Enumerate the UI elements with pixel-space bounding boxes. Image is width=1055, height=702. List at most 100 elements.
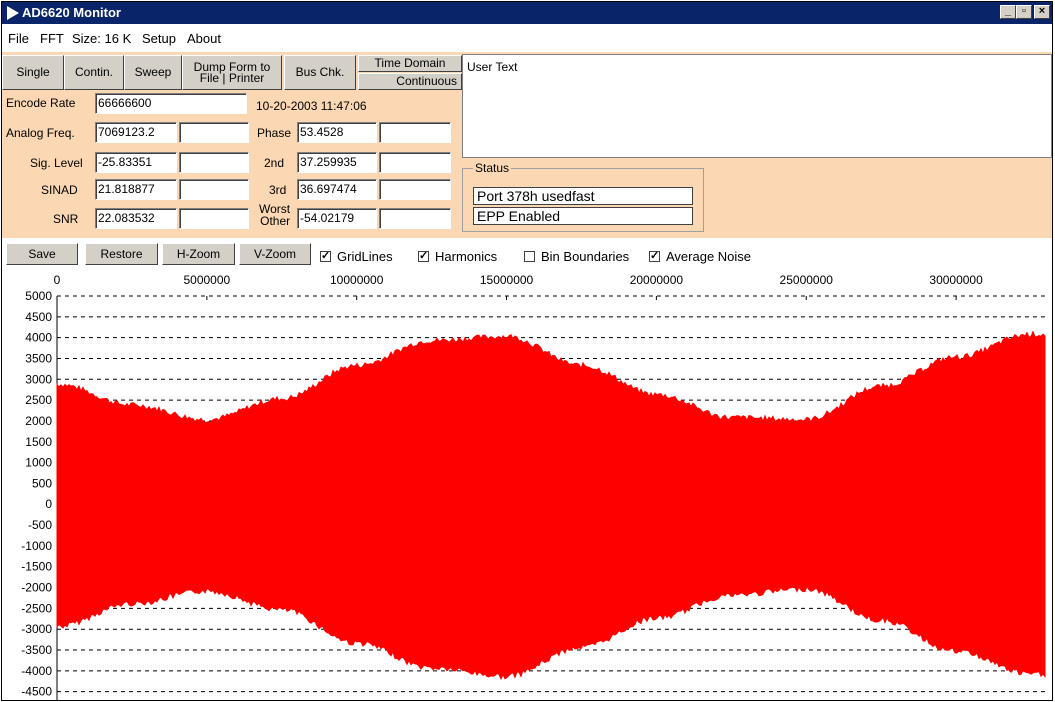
gridlines-check-icon: ✓: [320, 250, 331, 262]
worst-other-aux-field[interactable]: [379, 208, 451, 229]
time-domain-button[interactable]: Time Domain: [358, 55, 462, 72]
second-harmonic-field[interactable]: 37.259935: [297, 152, 377, 173]
third-harmonic-label: 3rd: [269, 183, 287, 197]
y-tick-label: 3000: [25, 372, 52, 386]
sweep-button[interactable]: Sweep: [124, 55, 182, 90]
encode-rate-label: Encode Rate: [6, 96, 76, 110]
third-harmonic-field[interactable]: 36.697474: [297, 179, 377, 200]
menu-about[interactable]: About: [187, 31, 221, 46]
y-tick-label: -500: [28, 518, 52, 532]
snr-aux-field[interactable]: [179, 208, 249, 229]
sig-level-aux-field[interactable]: [179, 152, 249, 173]
user-text-area[interactable]: User Text: [462, 54, 1052, 158]
app-window: AD6620 Monitor _ ▫ × File FFT Size: 16 K…: [1, 1, 1053, 701]
y-tick-label: -1000: [21, 539, 52, 553]
v-zoom-button[interactable]: V-Zoom: [239, 243, 311, 265]
x-tick-label: 10000000: [330, 273, 384, 287]
restore-button[interactable]: Restore: [85, 243, 158, 265]
menu-setup[interactable]: Setup: [142, 31, 176, 46]
signal-envelope: [56, 330, 1046, 681]
y-tick-label: 0: [45, 497, 52, 511]
average-noise-checkbox[interactable]: ✓ Average Noise: [649, 249, 751, 264]
save-button[interactable]: Save: [6, 243, 78, 265]
second-harmonic-label: 2nd: [264, 156, 285, 170]
x-tick-label: 20000000: [630, 273, 684, 287]
gridlines-label: GridLines: [337, 249, 393, 264]
title-bar: AD6620 Monitor _ ▫ ×: [2, 2, 1052, 24]
y-tick-label: 2000: [25, 414, 52, 428]
sig-level-field[interactable]: -25.83351: [95, 152, 177, 173]
y-tick-label: 1000: [25, 456, 52, 470]
encode-rate-field[interactable]: 66666600: [95, 93, 247, 114]
status-legend: Status: [473, 161, 512, 175]
sinad-field[interactable]: 21.818877: [95, 179, 177, 200]
dump-form-button[interactable]: Dump Form to File | Printer: [182, 55, 282, 90]
menu-size[interactable]: Size: 16 K: [72, 31, 131, 46]
continuous-button[interactable]: Continuous: [358, 73, 462, 90]
maximize-button[interactable]: ▫: [1016, 5, 1032, 19]
other-label: Other: [260, 214, 291, 228]
close-button[interactable]: ×: [1034, 5, 1050, 19]
timestamp: 10-20-2003 11:47:06: [256, 99, 367, 113]
minimize-button[interactable]: _: [1000, 5, 1016, 19]
analog-freq-aux-field[interactable]: [179, 122, 249, 143]
second-harmonic-aux-field[interactable]: [379, 152, 451, 173]
snr-label: SNR: [53, 212, 79, 226]
snr-field[interactable]: 22.083532: [95, 208, 177, 229]
y-tick-label: -4500: [21, 685, 52, 699]
harmonics-checkbox[interactable]: ✓ Harmonics: [418, 249, 497, 264]
harmonics-label: Harmonics: [435, 249, 498, 264]
contin-button[interactable]: Contin.: [64, 55, 124, 90]
analog-freq-label: Analog Freq.: [6, 126, 75, 140]
dump-form-targets: File | Printer: [199, 70, 265, 85]
bin-boundaries-check-icon: [524, 251, 535, 262]
y-tick-label: 5000: [25, 289, 52, 303]
y-tick-label: -2500: [21, 601, 52, 615]
phase-field[interactable]: 53.4528: [297, 122, 377, 143]
analog-freq-field[interactable]: 7069123.2: [95, 122, 177, 143]
window-title: AD6620 Monitor: [22, 5, 121, 20]
x-tick-label: 25000000: [780, 273, 834, 287]
x-tick-label: 30000000: [929, 273, 983, 287]
signal-plot[interactable]: 0 5000000 10000000 15000000 20000000 25000000…: [2, 268, 1052, 701]
y-tick-label: -4000: [21, 664, 52, 678]
status-group: Status Port 378h usedfast EPP Enabled: [462, 161, 704, 232]
menu-file[interactable]: File: [8, 31, 29, 46]
harmonics-check-icon: ✓: [418, 250, 429, 262]
y-tick-label: -3000: [21, 622, 52, 636]
status-line-epp: EPP Enabled: [473, 207, 693, 225]
menu-bar: File FFT Size: 16 K Setup About: [2, 24, 1052, 52]
x-tick-label: 0: [54, 273, 61, 287]
menu-fft[interactable]: FFT: [40, 31, 64, 46]
gridlines-checkbox[interactable]: ✓ GridLines: [320, 249, 393, 264]
dump-file-label: File: [199, 70, 220, 85]
plot-toolbar: Save Restore H-Zoom V-Zoom ✓ GridLines ✓ H…: [2, 238, 1052, 268]
phase-aux-field[interactable]: [379, 122, 451, 143]
y-tick-label: 500: [32, 476, 52, 490]
single-button[interactable]: Single: [2, 55, 64, 90]
bin-boundaries-checkbox[interactable]: Bin Boundaries: [524, 249, 629, 264]
y-tick-label: 1500: [25, 435, 52, 449]
y-tick-label: -2000: [21, 581, 52, 595]
dump-printer-label: Printer: [228, 70, 265, 85]
bin-boundaries-label: Bin Boundaries: [541, 249, 630, 264]
control-panel: Single Contin. Sweep Dump Form to File |…: [2, 52, 1052, 238]
bus-check-button[interactable]: Bus Chk.: [284, 55, 356, 90]
h-zoom-button[interactable]: H-Zoom: [162, 243, 235, 265]
sinad-aux-field[interactable]: [179, 179, 249, 200]
app-icon: [7, 6, 19, 20]
y-tick-label: 4500: [25, 310, 52, 324]
sig-level-label: Sig. Level: [30, 156, 83, 170]
x-tick-label: 15000000: [480, 273, 534, 287]
phase-label: Phase: [257, 126, 292, 140]
average-noise-label: Average Noise: [666, 249, 752, 264]
y-tick-label: 4000: [25, 331, 52, 345]
third-harmonic-aux-field[interactable]: [379, 179, 451, 200]
y-tick-label: -1500: [21, 560, 52, 574]
y-tick-label: 2500: [25, 393, 52, 407]
average-noise-check-icon: ✓: [649, 250, 660, 262]
y-tick-label: -3500: [21, 643, 52, 657]
worst-other-label: Worst Other: [259, 203, 290, 227]
status-line-port: Port 378h usedfast: [473, 187, 693, 205]
worst-other-field[interactable]: -54.02179: [297, 208, 377, 229]
